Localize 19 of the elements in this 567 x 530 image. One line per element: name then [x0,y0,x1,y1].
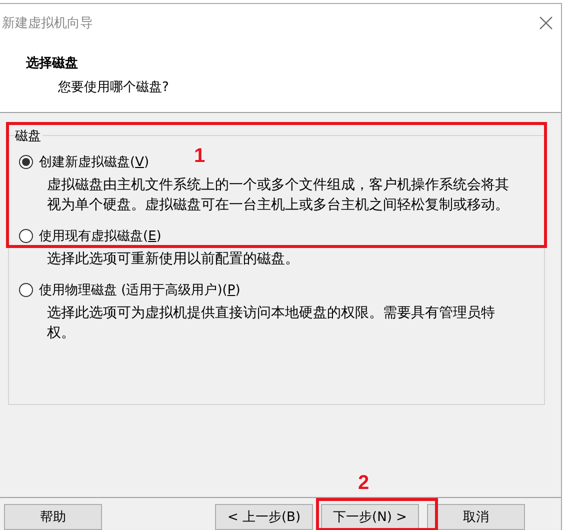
annotation-number: 2 [358,472,370,495]
radio-button[interactable] [19,283,33,297]
option-description: 虚拟磁盘由主机文件系统上的一个或多个文件组成，客户机操作系统会将其视为单个硬盘。虚拟磁盘可在一台主机上或多台主机之间轻松复制或移动。 [47,176,509,215]
option-label[interactable]: 创建新虚拟磁盘(V) [39,153,150,171]
option-description: 选择此选项可为虚拟机提供直接访问本地硬盘的权限。需要具有管理员特权。 [47,304,496,343]
option-label[interactable]: 使用物理磁盘 (适用于高级用户)(P) [39,281,240,299]
next-button[interactable]: 下一步(N) > [321,504,419,530]
option-description: 选择此选项可重新使用以前配置的磁盘。 [47,250,300,269]
help-button[interactable]: 帮助 [4,504,102,530]
page-subtitle: 您要使用哪个磁盘? [58,79,170,96]
radio-button[interactable] [19,155,33,169]
option-label[interactable]: 使用现有虚拟磁盘(E) [39,227,162,245]
close-icon[interactable] [539,16,553,30]
annotation-number: 1 [194,145,206,168]
page-title: 选择磁盘 [26,55,79,72]
window-title: 新建虚拟机向导 [2,15,93,32]
radio-button[interactable] [19,229,33,243]
back-button[interactable]: < 上一步(B) [215,504,313,530]
cancel-button[interactable]: 取消 [427,504,525,530]
